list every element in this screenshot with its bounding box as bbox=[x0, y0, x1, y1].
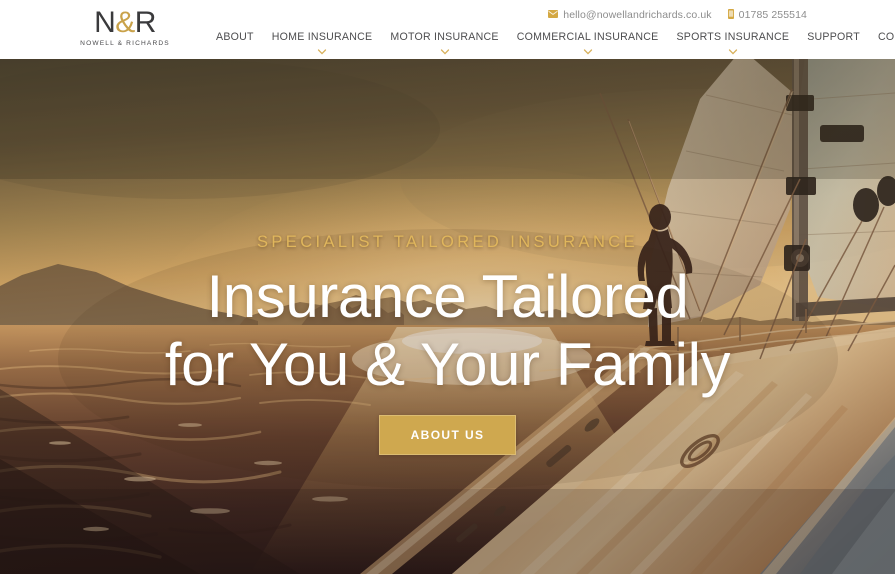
chevron-down-icon bbox=[583, 45, 592, 59]
nav-item-sports-insurance[interactable]: SPORTS INSURANCE bbox=[667, 30, 798, 55]
email-link[interactable]: hello@nowellandrichards.co.uk bbox=[548, 8, 712, 21]
nav-item-about[interactable]: ABOUT bbox=[207, 30, 263, 44]
logo-wordmark: N&R bbox=[77, 6, 173, 39]
hero-banner: SPECIALIST TAILORED INSURANCE Insurance … bbox=[0, 59, 895, 574]
hero-cta-wrapper: ABOUT US bbox=[378, 415, 517, 455]
nav-item-support[interactable]: SUPPORT bbox=[798, 30, 869, 44]
logo-subtitle: NOWELL & RICHARDS bbox=[80, 40, 170, 47]
nav-item-contact[interactable]: CONTACT bbox=[869, 30, 895, 44]
hero-sailing-photo bbox=[0, 59, 895, 574]
nav-label: CONTACT bbox=[877, 31, 895, 43]
logo-letter-n: N bbox=[94, 6, 116, 39]
about-us-button[interactable]: ABOUT US bbox=[378, 415, 517, 455]
nav-item-commercial-insurance[interactable]: COMMERCIAL INSURANCE bbox=[508, 30, 668, 55]
mobile-phone-icon bbox=[727, 8, 734, 22]
chevron-down-icon bbox=[440, 45, 449, 59]
site-header: hello@nowellandrichards.co.uk 01785 2555… bbox=[0, 0, 895, 59]
logo-ampersand: & bbox=[115, 6, 135, 39]
site-logo[interactable]: N&R NOWELL & RICHARDS bbox=[77, 6, 173, 48]
nav-item-motor-insurance[interactable]: MOTOR INSURANCE bbox=[381, 30, 507, 55]
nav-label: SPORTS INSURANCE bbox=[676, 31, 790, 43]
logo-letter-r: R bbox=[134, 6, 157, 39]
nav-label: COMMERCIAL INSURANCE bbox=[516, 31, 659, 43]
main-navigation: ABOUT HOME INSURANCE MOTOR INSURANCE COM… bbox=[207, 30, 895, 55]
nav-label: SUPPORT bbox=[807, 31, 860, 43]
email-text: hello@nowellandrichards.co.uk bbox=[563, 8, 712, 21]
phone-link[interactable]: 01785 255514 bbox=[727, 8, 807, 22]
nav-label: HOME INSURANCE bbox=[271, 31, 373, 43]
top-contact-bar: hello@nowellandrichards.co.uk 01785 2555… bbox=[548, 8, 807, 22]
nav-label: MOTOR INSURANCE bbox=[390, 31, 499, 43]
envelope-icon bbox=[548, 9, 559, 21]
nav-item-home-insurance[interactable]: HOME INSURANCE bbox=[263, 30, 382, 55]
phone-text: 01785 255514 bbox=[738, 8, 807, 21]
nav-label: ABOUT bbox=[216, 31, 254, 43]
chevron-down-icon bbox=[317, 45, 327, 59]
chevron-down-icon bbox=[728, 45, 737, 59]
